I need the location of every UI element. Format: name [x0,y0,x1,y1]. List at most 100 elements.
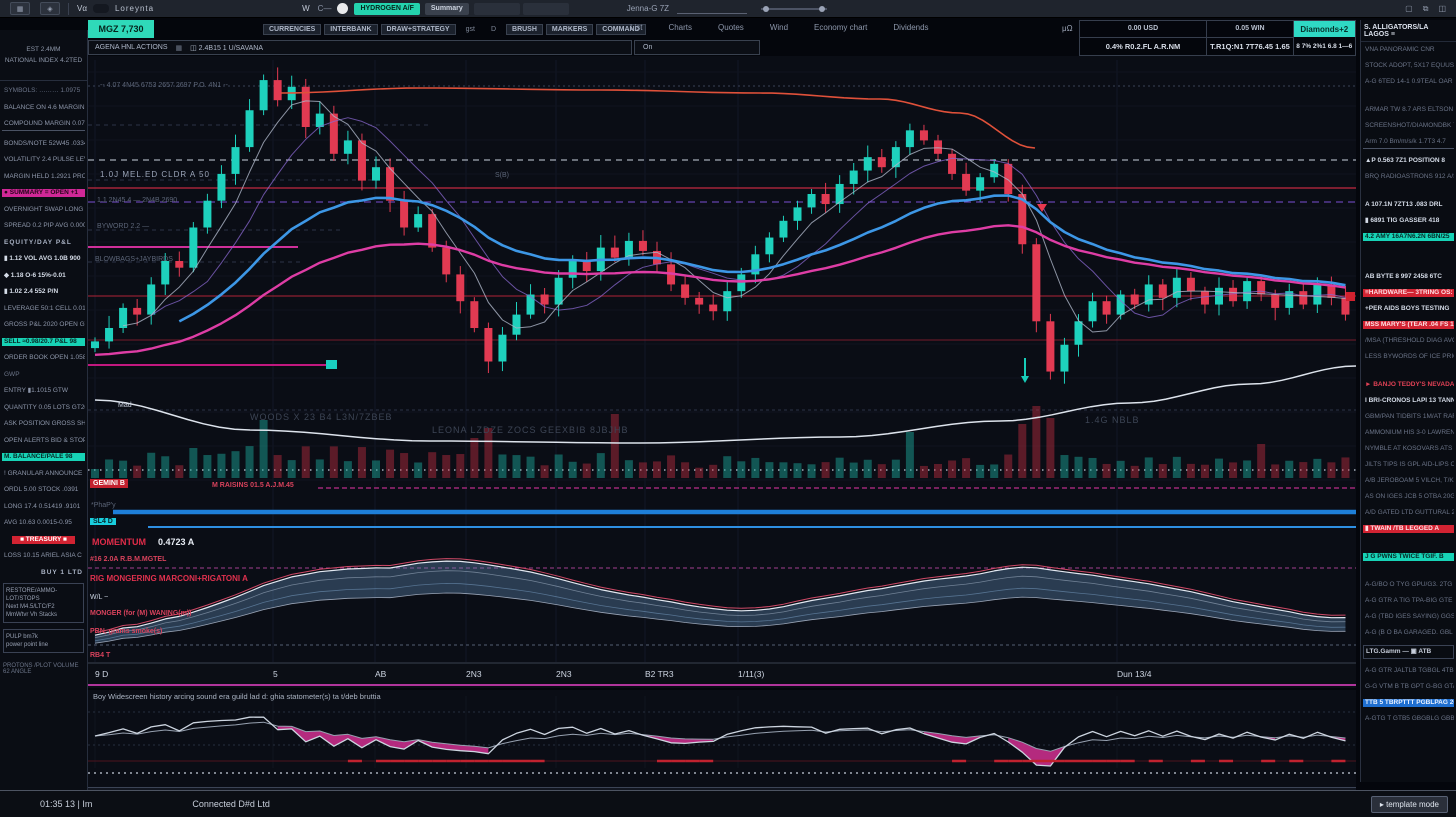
watchlist-item[interactable] [1363,369,1454,373]
watchlist-item[interactable]: SCREENSHOT/DIAMONDBK 79.90 [1363,122,1454,130]
watchlist-item[interactable]: A 107.1N 7ZT13 .083 DRL [1363,201,1454,209]
watchlist-item[interactable]: AB BYTE 8 997 2458 6TC [1363,273,1454,281]
watchlist-item[interactable]: MSS MARY'S (TEAR .04 FS 1P [1363,321,1454,329]
watchlist-item[interactable]: I BRI-CRONOS LAPI 13 TANNINS I [1363,397,1454,405]
watchlist-item[interactable]: A-G GTR JALTLB TGBGL 4TB [1363,667,1454,675]
sidebar-item[interactable]: ! GRANULAR ANNOUNCE [2,470,85,478]
tool-button[interactable]: CURRENCIES [263,24,321,35]
sidebar-item[interactable]: SELL ≈0.98/20.7 P&L 98 [2,338,85,346]
sidebar-item[interactable]: BONDS/NOTE 52W45 .03345 [2,140,85,148]
watchlist-item[interactable] [1363,94,1454,98]
sidebar-item[interactable]: AVG 10.63 0.0015-0.95 [2,519,85,527]
watchlist-item[interactable]: J G PWNS TWICE TGIF. B [1363,553,1454,561]
symbol-badge[interactable]: MGZ 7,730 [88,20,154,38]
summary-button[interactable]: Summary [425,3,469,15]
grid-view-icon[interactable]: ▦ [175,44,182,52]
watchlist-item[interactable]: ▮ TWAIN /TB LEGGED A [1363,525,1454,533]
window-icon[interactable]: ⧉ [1423,4,1429,14]
search-input[interactable] [677,3,747,14]
sidebar-item[interactable]: ORDER BOOK OPEN 1.058 [2,354,85,362]
watchlist-item[interactable] [1363,249,1454,253]
template-mode-button[interactable]: ▸ template mode [1371,796,1448,813]
on-toggle-box[interactable]: On [634,40,760,55]
watchlist-item[interactable]: ► BANJO TEDDY'S NEVADA [1363,381,1454,389]
watchlist-item[interactable]: ▲P 0.563 7Z1 POSITION 8 [1363,157,1454,165]
order-box[interactable]: RESTORE/AMMO-LOT/STOPSNext M4.5/LTC/F2Mm… [3,583,84,623]
watchlist-item[interactable] [1363,569,1454,573]
watchlist-item[interactable]: AMMONIUM HIS 3-0 LAWRENCES [1363,429,1454,437]
sidebar-item[interactable]: GROSS P&L 2020 OPEN GT20 [2,321,85,329]
chart-toolbar[interactable]: AGENA HNL ACTIONS ▦ ◫ 2.4B15 1 U/SAVANA [88,40,632,55]
watchlist-item[interactable] [1363,261,1454,265]
watchlist-item[interactable]: 4.2 AMY 16A7N6.2N 6BN/25 [1363,233,1454,241]
tool-button[interactable]: BRUSH [506,24,543,35]
window-icon[interactable]: ▢ [1405,4,1413,14]
tool-button[interactable]: MARKERS [546,24,593,35]
watchlist-item[interactable]: JILTS TIPS IS GPL AID-LIPS OTK [1363,461,1454,469]
sidebar-item[interactable]: COMPOUND MARGIN 0.0710 [2,120,85,131]
record-icon[interactable] [337,3,348,14]
watchlist-item[interactable]: /MSA (THRESHOLD DIAG AVOWAL [1363,337,1454,345]
watchlist-item[interactable]: ≡HARDWARE— 3TRING OS: PD [1363,289,1454,297]
watchlist-item[interactable]: NYMBLE AT KOSOVARS ATS 10/6 [1363,445,1454,453]
sidebar-item[interactable]: ASK POSITION GROSS SHOW [2,420,85,428]
sidebar-item[interactable]: ▮ 1.02 2.4 552 P/N [2,288,85,296]
sidebar-item[interactable]: ■ TREASURY ■ [12,536,75,544]
watchlist-item[interactable]: A/B JEROBOAM 5 VILCH, T/K [1363,477,1454,485]
watchlist-item[interactable]: GBM/PAN TIDBITS 1M/AT RAREBIT [1363,413,1454,421]
menu-item[interactable]: Quotes [718,23,744,32]
menu-item[interactable]: Dividends [893,23,928,32]
sidebar-item[interactable]: M. BALANCE/PALE 98 [2,453,85,461]
bottom-panel-svg[interactable] [88,690,1356,790]
watchlist-item[interactable]: +PER AIDS BOYS TESTING [1363,305,1454,313]
watchlist-item[interactable]: A-G/BO O TYG GPU/G3. 2TG [1363,581,1454,589]
sidebar-item[interactable]: GWP [2,371,85,379]
watchlist-item[interactable]: LTG.Gamm — ▣ ATB [1363,645,1454,659]
watchlist-item[interactable]: A-G (B O BA GARAGED. GBL [1363,629,1454,637]
watchlist-item[interactable]: A-GTG T GTB5 GBGBLG GBB [1363,715,1454,723]
sidebar-item[interactable]: LONG 17.4 0.51419 .9101 [2,503,85,511]
shield-icon[interactable]: ◈ [40,2,60,15]
menu-item[interactable]: Charts [668,23,692,32]
sidebar-item[interactable]: SPREAD 0.2 PIP AVG 0.0003 [2,222,85,230]
sidebar-item[interactable]: BUY 1 LTD [2,569,85,577]
watchlist-item[interactable]: Arm 7.0 Bm/m/s/k 1.7T3 4.7 [1363,138,1454,149]
watchlist-item[interactable]: G-G VTM B TB GPT G-BG GTA [1363,683,1454,691]
menu-item[interactable]: Wind [770,23,788,32]
sidebar-item[interactable]: BALANCE ON 4.6 MARGIN (TSE) [2,104,85,112]
menu-item[interactable]: List [630,23,642,32]
sidebar-item[interactable]: MARGIN HELD 1.2921 PROP [2,173,85,181]
watchlist-item[interactable]: LESS BYWORDS OF ICE PRICED [1363,353,1454,361]
sidebar-item[interactable]: ▮ 1.12 VOL AVG 1.0B 900 [2,255,85,263]
tool-button[interactable]: INTERBANK [324,24,377,35]
zoom-slider[interactable] [761,8,827,10]
sidebar-item[interactable]: ENTRY ▮1.1015 GTW [2,387,85,395]
toggle-pill[interactable] [93,4,109,13]
bottom-indicator-panel[interactable]: Boy Widescreen history arcing sound era … [88,690,1356,790]
watchlist-item[interactable]: ARMAR TW 8.7 ARS ELTSON [1363,106,1454,114]
sidebar-item[interactable]: ◆ 1.18 O-6 15%-0.01 [2,272,85,280]
sidebar-item[interactable]: VOLATILITY 2.4 PULSE LEVEL [2,156,85,164]
watchlist-item[interactable] [1363,541,1454,545]
watchlist-item[interactable] [1363,189,1454,193]
watchlist-item[interactable]: A-G (TBD IGES SAYING) GGS [1363,613,1454,621]
note-box[interactable]: PULP bm7kpower point line [3,629,84,653]
sidebar-item[interactable]: ● SUMMARY = OPEN +1 [2,189,85,197]
watchlist-item[interactable]: BRQ RADIOASTRONS 912 A/S 2.6 [1363,173,1454,181]
watchlist-item[interactable]: A-G GTR A TIG TPA-BIG GTE [1363,597,1454,605]
diamonds-button[interactable]: Diamonds+2 [1294,21,1355,37]
sidebar-item[interactable]: QUANTITY 0.05 LOTS GT20 [2,404,85,412]
watchlist-item[interactable]: TTB 5 TBRPTTT PGBLPAG 2G [1363,699,1454,707]
mode-chip[interactable]: HYDROGEN A/F [354,3,419,15]
blank-segment-1[interactable] [474,3,520,15]
watchlist-item[interactable]: A-G 6TED 14-1 0.9TEAL OAR [1363,78,1454,86]
watchlist-item[interactable]: VNA PANORAMIC CNR [1363,46,1454,54]
sidebar-item[interactable]: EQUITY/DAY P&L [2,239,85,247]
blank-segment-2[interactable] [523,3,569,15]
sidebar-item[interactable]: LOSS 10.15 ARIEL ASIA C [2,552,85,560]
watchlist-item[interactable]: STOCK ADOPT, 5X17 EQUUS LIMO [1363,62,1454,70]
watchlist-item[interactable]: ▮ 6891 TIG GASSER 418 [1363,217,1454,225]
main-chart-svg[interactable]: 9 D5AB2N32N3B2 TR31/11(3)Dun 13/4 [88,56,1356,688]
sidebar-item[interactable]: LEVERAGE 50:1 CELL 0.017 [2,305,85,313]
grid-icon[interactable]: ▦ [10,2,30,15]
